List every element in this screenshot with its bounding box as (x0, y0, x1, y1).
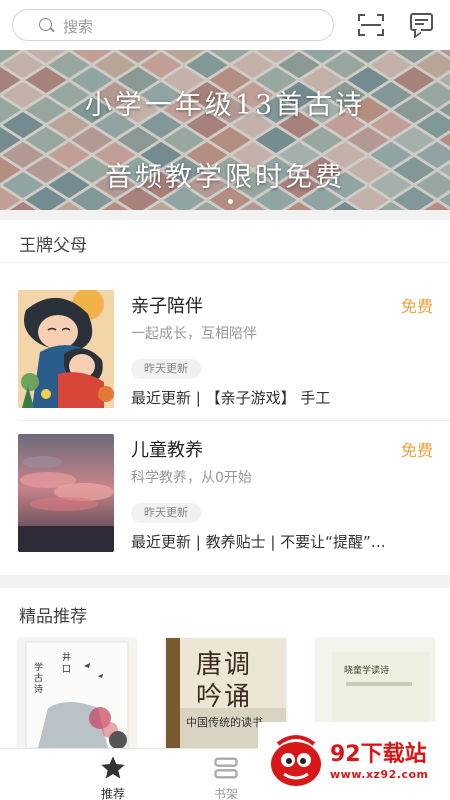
message-button[interactable] (410, 13, 434, 39)
star-icon (101, 756, 125, 779)
banner-page-indicator (228, 199, 233, 204)
site-watermark: 92下载站 www.xz92.com (258, 722, 450, 800)
scan-button[interactable] (358, 14, 384, 36)
latest-update: 最近更新 | 教养贴士 | 不要让“提醒”… (131, 533, 386, 551)
section-title: 精品推荐 (19, 607, 87, 627)
update-badge: 昨天更新 (131, 503, 201, 523)
item-subtitle: 一起成长，互相陪伴 (131, 326, 257, 342)
watermark-name: 92下载站 (330, 742, 427, 767)
list-item-child-education[interactable]: 儿童教养 免费 科学教养，从0开始 昨天更新 最近更新 | 教养贴士 | 不要让… (0, 434, 450, 574)
promo-banner[interactable]: 小学一年级13首古诗 音频教学限时免费 (0, 50, 450, 210)
cover-title: 晓童学读诗 (344, 666, 390, 676)
tab-bookshelf[interactable]: 书架 (186, 749, 266, 800)
banner-line-2: 音频教学限时免费 (105, 162, 345, 193)
bookshelf-icon (214, 757, 238, 779)
watermark-logo (271, 735, 321, 786)
tab-recommend[interactable]: 推荐 (73, 749, 153, 800)
tab-label: 书架 (213, 787, 238, 800)
top-bar: 搜索 (0, 0, 450, 50)
item-title: 儿童教养 (131, 440, 203, 461)
price-label: 免费 (400, 297, 433, 316)
item-subtitle: 科学教养，从0开始 (131, 470, 252, 486)
price-label: 免费 (400, 441, 433, 460)
cover-image (18, 434, 114, 552)
item-title: 亲子陪伴 (131, 296, 203, 317)
update-badge: 昨天更新 (131, 359, 201, 379)
tab-label: 推荐 (100, 787, 125, 800)
search-input[interactable]: 搜索 (12, 9, 334, 41)
cover-subtitle: 中国传统的读书 (186, 716, 263, 729)
parents-section: 王牌父母 亲子陪伴 免费 一起成长，互相陪伴 昨天更新 最近更新 | 【亲子游戏… (0, 220, 450, 575)
search-placeholder: 搜索 (63, 18, 94, 36)
cover-image (18, 290, 114, 408)
cover-text: 口 (62, 665, 72, 675)
cover-text: 诗 (34, 685, 44, 695)
latest-update: 最近更新 | 【亲子游戏】 手工 (131, 389, 331, 407)
watermark-url: www.xz92.com (330, 768, 429, 781)
book-card[interactable]: 井 口 学 古 诗 (18, 638, 136, 748)
cover-title: 吟诵 (196, 682, 253, 712)
search-icon (39, 18, 52, 31)
section-title: 王牌父母 (19, 236, 87, 256)
list-item-parent-company[interactable]: 亲子陪伴 免费 一起成长，互相陪伴 昨天更新 最近更新 | 【亲子游戏】 手工 (0, 290, 450, 430)
banner-line-1: 小学一年级13首古诗 (84, 90, 366, 121)
